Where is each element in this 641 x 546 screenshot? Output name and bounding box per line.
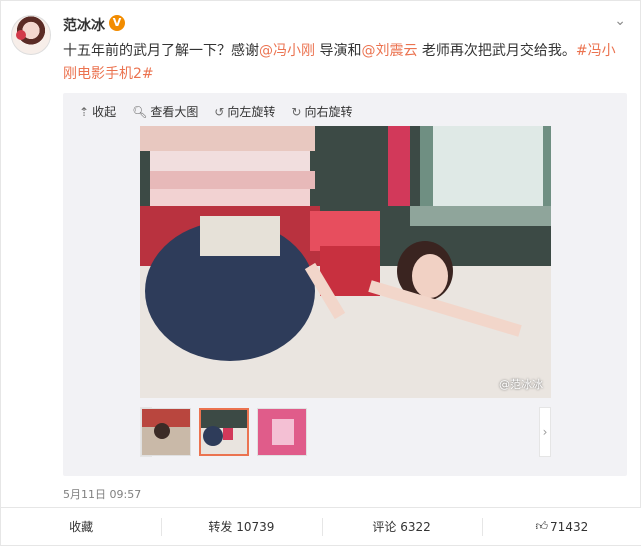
watermark: @范冰冰 bbox=[499, 378, 543, 391]
timestamp[interactable]: 5月11日 09:57 bbox=[63, 486, 141, 502]
flower-icon bbox=[16, 30, 26, 40]
rotate-left-button[interactable]: ↺ 向左旋转 bbox=[214, 103, 275, 120]
media-toolbar: ⇡ 收起 🔍︎ 查看大图 ↺ 向左旋转 ↻ 向右旋转 bbox=[79, 103, 352, 120]
post-text-segment: 导演和 bbox=[315, 43, 362, 59]
thumbnail-strip bbox=[141, 408, 307, 456]
repost-count: 10739 bbox=[236, 519, 275, 534]
thumbnail-image bbox=[142, 409, 190, 455]
view-large-label: 查看大图 bbox=[150, 105, 199, 119]
like-button[interactable]: 👍︎ 71432 bbox=[481, 508, 641, 545]
rotate-right-label: 向右旋转 bbox=[304, 105, 353, 119]
weibo-post-card: 范冰冰 V ⌄ 十五年前的武月了解一下？感谢@冯小刚 导演和@刘震云 老师再次把… bbox=[0, 0, 641, 546]
chevron-down-icon[interactable]: ⌄ bbox=[614, 13, 626, 29]
collapse-icon: ⇡ bbox=[79, 104, 90, 119]
repost-button[interactable]: 转发 10739 bbox=[161, 508, 321, 545]
view-large-button[interactable]: 🔍︎ 查看大图 bbox=[132, 103, 198, 120]
username[interactable]: 范冰冰 bbox=[63, 15, 105, 35]
comment-label: 评论 bbox=[372, 520, 397, 534]
verified-badge-icon: V bbox=[109, 15, 125, 31]
post-text-segment: 老师再次把武月交给我。 bbox=[417, 43, 576, 59]
magnifier-icon: 🔍︎ bbox=[132, 104, 148, 119]
like-count: 71432 bbox=[550, 519, 589, 534]
thumbs-next-button[interactable]: › bbox=[539, 407, 551, 457]
rotate-right-button[interactable]: ↻ 向右旋转 bbox=[291, 103, 352, 120]
favorite-button[interactable]: 收藏 bbox=[1, 508, 161, 545]
thumbnail-image bbox=[201, 410, 247, 454]
action-bar: 收藏 转发 10739 评论 6322 👍︎ 71432 bbox=[1, 507, 641, 545]
collapse-label: 收起 bbox=[92, 105, 117, 119]
thumbnail-selected[interactable] bbox=[199, 408, 249, 456]
rotate-right-icon: ↻ bbox=[291, 104, 302, 119]
avatar[interactable] bbox=[11, 15, 51, 55]
favorite-label: 收藏 bbox=[69, 520, 94, 534]
rotate-left-icon: ↺ bbox=[214, 104, 225, 119]
mention-link[interactable]: @冯小刚 bbox=[259, 43, 315, 59]
repost-label: 转发 bbox=[208, 520, 233, 534]
thumbnail[interactable] bbox=[141, 408, 191, 456]
post-text-segment: 十五年前的武月了解一下？感谢 bbox=[63, 43, 259, 59]
photo-illustration bbox=[140, 126, 551, 398]
main-photo[interactable]: @范冰冰 bbox=[140, 126, 551, 398]
mention-link[interactable]: @刘震云 bbox=[361, 43, 417, 59]
rotate-left-label: 向左旋转 bbox=[227, 105, 276, 119]
thumbnail[interactable] bbox=[257, 408, 307, 456]
post-text: 十五年前的武月了解一下？感谢@冯小刚 导演和@刘震云 老师再次把武月交给我。#冯… bbox=[63, 40, 623, 86]
collapse-button[interactable]: ⇡ 收起 bbox=[79, 103, 116, 120]
comment-count: 6322 bbox=[400, 519, 431, 534]
thumbs-up-icon: 👍︎ bbox=[535, 519, 549, 533]
comment-button[interactable]: 评论 6322 bbox=[321, 508, 482, 545]
thumbnail-image bbox=[258, 409, 306, 455]
media-viewer: ⇡ 收起 🔍︎ 查看大图 ↺ 向左旋转 ↻ 向右旋转 @范冰冰 › bbox=[63, 93, 627, 476]
